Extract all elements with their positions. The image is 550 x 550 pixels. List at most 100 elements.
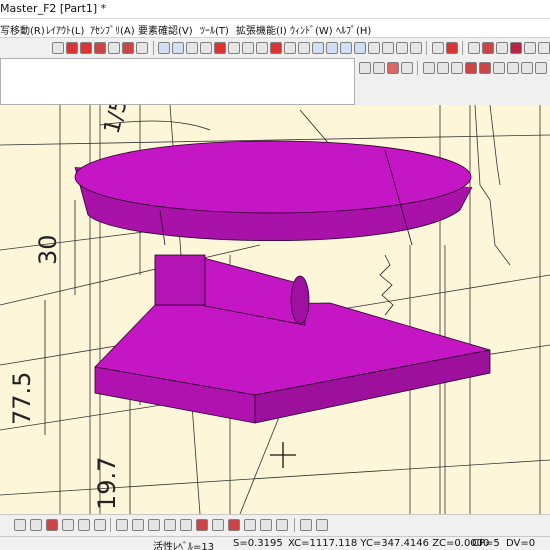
main-toolbar: 3 ▾	[0, 38, 550, 94]
undo-icon[interactable]	[298, 42, 310, 54]
grid-icon[interactable]	[228, 42, 240, 54]
view-icon[interactable]	[451, 62, 463, 74]
mirror-icon[interactable]	[276, 519, 288, 531]
snap-icon[interactable]	[14, 519, 26, 531]
message-panel	[0, 58, 355, 105]
bottom-toolbar	[0, 514, 550, 536]
point-icon[interactable]	[148, 519, 160, 531]
status-bar: 活性ﾚﾍﾞﾙ=13 S=0.3195 XC=1117.118 YC=347.41…	[0, 536, 550, 550]
zoom-icon[interactable]	[535, 62, 547, 74]
save-icon[interactable]	[94, 519, 106, 531]
dim-77-5: 77.5	[8, 372, 36, 425]
window-icon[interactable]	[432, 42, 444, 54]
more-icon[interactable]	[538, 42, 550, 54]
trim-icon[interactable]	[164, 519, 176, 531]
render-icon[interactable]	[410, 42, 422, 54]
axis-icon[interactable]	[521, 62, 533, 74]
pan-icon[interactable]	[172, 42, 184, 54]
toolbar-separator	[462, 41, 463, 55]
title-bar: Master_F2 [Part1] *	[0, 0, 550, 19]
shade-icon[interactable]	[359, 62, 371, 74]
copy-icon[interactable]	[256, 42, 268, 54]
texture-icon[interactable]	[496, 42, 508, 54]
circular-plate	[74, 140, 473, 246]
shade-icon[interactable]	[94, 42, 106, 54]
delete-icon[interactable]	[228, 519, 240, 531]
rotate-icon[interactable]	[122, 42, 134, 54]
menu-item-window[interactable]: ｳｨﾝﾄﾞ(W)	[290, 22, 333, 37]
wireframe-icon[interactable]	[423, 62, 435, 74]
delete-icon[interactable]	[214, 42, 226, 54]
drawing-canvas[interactable]: 30 77.5 19.7 1/5	[0, 105, 550, 514]
close-icon[interactable]	[524, 42, 536, 54]
dim-19-7: 19.7	[93, 457, 121, 510]
filter-icon[interactable]	[354, 42, 366, 54]
menu-item-inspect[interactable]: 要素確認(V)	[138, 22, 193, 37]
layer-icon[interactable]	[200, 42, 212, 54]
window-title: Master_F2 [Part1] *	[0, 2, 107, 15]
iso-icon[interactable]	[507, 62, 519, 74]
menu-item-assembly[interactable]: ｱｾﾝﾌﾞﾘ(A)	[90, 22, 135, 37]
status-cp: CP=5	[472, 538, 500, 549]
hidden-line-icon[interactable]	[437, 62, 449, 74]
display-icon[interactable]	[468, 42, 480, 54]
view-icon[interactable]	[136, 42, 148, 54]
ortho-icon[interactable]	[493, 62, 505, 74]
fit-icon[interactable]	[186, 42, 198, 54]
filter-icon[interactable]	[46, 519, 58, 531]
menu-item-move[interactable]: 写移動(R)	[0, 22, 45, 37]
status-dv: DV=0	[506, 538, 536, 549]
copy-icon[interactable]	[244, 519, 256, 531]
toolbar-separator	[153, 41, 154, 55]
status-layer: 活性ﾚﾍﾞﾙ=13	[153, 542, 215, 550]
window-icon[interactable]	[300, 519, 312, 531]
layer-icon[interactable]	[30, 519, 42, 531]
render-icon[interactable]	[401, 62, 413, 74]
status-coords: XC=1117.118 YC=347.4146 ZC=0.0000	[288, 538, 490, 549]
status-scale: S=0.3195	[233, 538, 283, 549]
camera-icon[interactable]	[382, 42, 394, 54]
move-icon[interactable]	[260, 519, 272, 531]
stop-icon[interactable]	[66, 42, 78, 54]
menu-bar: 写移動(R) ﾚｲｱｳﾄ(L) ｱｾﾝﾌﾞﾘ(A) 要素確認(V) ﾂｰﾙ(T)…	[0, 19, 550, 38]
redo-icon[interactable]	[212, 519, 224, 531]
undo-icon[interactable]	[196, 519, 208, 531]
clip-icon[interactable]	[479, 62, 491, 74]
light-icon[interactable]	[373, 62, 385, 74]
toolbar-separator	[417, 61, 418, 75]
measure-icon[interactable]	[242, 42, 254, 54]
view-icon[interactable]	[78, 519, 90, 531]
snap-icon[interactable]	[368, 42, 380, 54]
split-icon[interactable]	[316, 519, 328, 531]
material-icon[interactable]	[387, 62, 399, 74]
menu-item-help[interactable]: ﾍﾙﾌﾟ(H)	[336, 22, 371, 37]
material-icon[interactable]	[482, 42, 494, 54]
angle-label: 1/5	[100, 105, 133, 137]
redo-icon[interactable]	[312, 42, 324, 54]
paste-icon[interactable]	[284, 42, 296, 54]
arc-icon[interactable]	[132, 519, 144, 531]
pick-icon[interactable]	[340, 42, 352, 54]
menu-item-extensions[interactable]: 拡張機能(I)	[236, 22, 287, 37]
select-icon[interactable]	[326, 42, 338, 54]
cad-viewport: 30 77.5 19.7 1/5	[0, 105, 550, 514]
line-icon[interactable]	[116, 519, 128, 531]
toolbar-separator	[110, 518, 111, 532]
menu-item-layout[interactable]: ﾚｲｱｳﾄ(L)	[46, 22, 84, 37]
grid-icon[interactable]	[510, 42, 522, 54]
extend-icon[interactable]	[180, 519, 192, 531]
section-icon[interactable]	[465, 62, 477, 74]
light-icon[interactable]	[396, 42, 408, 54]
color-icon[interactable]	[446, 42, 458, 54]
menu-item-tools[interactable]: ﾂｰﾙ(T)	[200, 22, 229, 37]
record-icon[interactable]	[80, 42, 92, 54]
zoom-icon[interactable]	[158, 42, 170, 54]
toolbar-separator	[294, 518, 295, 532]
crosshair-cursor	[270, 442, 296, 468]
view-toolbar	[355, 58, 550, 80]
dim-30: 30	[34, 234, 62, 265]
save-icon[interactable]	[52, 42, 64, 54]
grid-icon[interactable]	[62, 519, 74, 531]
open-icon[interactable]	[108, 42, 120, 54]
cut-icon[interactable]	[270, 42, 282, 54]
